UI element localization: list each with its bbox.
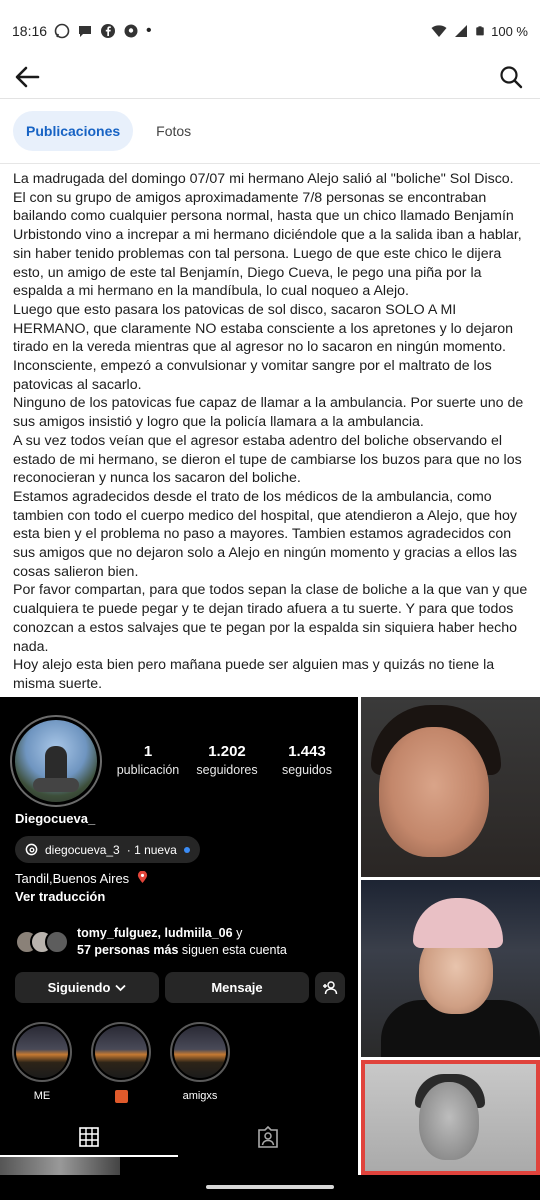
battery-icon <box>476 26 484 36</box>
highlight-label: amigxs <box>182 1090 218 1102</box>
back-button[interactable] <box>10 62 44 92</box>
followed-by-tail: siguen esta cuenta <box>178 943 287 957</box>
profile-buttons: Siguiendo Mensaje <box>15 972 345 1003</box>
photo-face <box>379 727 489 857</box>
tab-bar: Publicaciones Fotos <box>13 111 204 151</box>
fire-emoji-icon <box>114 1090 128 1103</box>
pin-icon <box>137 870 147 883</box>
app-bar <box>0 62 540 98</box>
post-paragraph: Luego que esto pasara los patovicas de s… <box>13 301 513 393</box>
photo-cap <box>413 898 503 948</box>
chevron-down-icon <box>115 984 127 991</box>
chat-icon <box>79 26 92 37</box>
profile-username: Diegocueva_ <box>15 811 96 826</box>
highlight-item <box>91 1022 151 1106</box>
tabs-divider <box>0 163 540 164</box>
followed-by-conj: y <box>232 926 243 940</box>
stat-posts-count: 1 <box>143 743 153 760</box>
post-paragraph: Hoy alejo esta bien pero mañana puede se… <box>13 657 495 692</box>
photo-3[interactable] <box>361 1060 540 1175</box>
see-translation-link: Ver traducción <box>15 889 106 904</box>
tagged-tab <box>253 1125 283 1149</box>
threads-badge: diegocueva_3 · 1 nueva <box>15 836 200 863</box>
post-text: La madrugada del domingo 07/07 mi herman… <box>13 170 529 694</box>
followed-by: tomy_fulguez, ludmiila_06 y 57 personas … <box>15 925 287 959</box>
search-icon <box>500 66 523 89</box>
tab-publicaciones[interactable]: Publicaciones <box>13 111 134 151</box>
status-bar: 18:16 • 100 % <box>0 0 540 62</box>
post-paragraph: La madrugada del domingo 07/07 mi herman… <box>13 171 522 300</box>
wifi-icon <box>431 25 447 37</box>
highlight-label: ME <box>33 1090 51 1102</box>
profile-screenshot-image[interactable]: 1 publicación 1.202 seguidores 1.443 seg… <box>0 697 358 1175</box>
story-highlights: ME amigxs <box>12 1022 230 1106</box>
profile-content-tabs <box>0 1117 358 1157</box>
avatar-motorbike <box>33 778 79 792</box>
location-text: Tandil,Buenos Aires <box>15 871 130 886</box>
signal-icon <box>455 25 468 37</box>
post-paragraph: Estamos agradecidos desde el trato de lo… <box>13 488 518 580</box>
stat-followers: 1.202 seguidores <box>191 743 263 777</box>
tagged-person-icon <box>258 1126 278 1148</box>
highlight-item: amigxs <box>170 1022 230 1106</box>
search-button[interactable] <box>496 62 526 92</box>
location-icon <box>124 24 138 38</box>
grid-tab <box>74 1125 104 1149</box>
battery-percent: 100 % <box>491 23 528 39</box>
grid-icon <box>79 1127 99 1147</box>
avatar <box>45 930 69 954</box>
new-dot-icon <box>183 846 190 853</box>
profile-avatar-ring <box>10 715 102 807</box>
photo-frame <box>361 1060 540 1175</box>
stat-following-label: seguidos <box>281 763 333 777</box>
status-time: 18:16 <box>12 23 48 39</box>
stat-followers-label: seguidores <box>196 763 258 777</box>
tab-fotos[interactable]: Fotos <box>143 111 204 151</box>
add-user-icon <box>323 980 338 994</box>
threads-handle: diegocueva_3 <box>45 842 120 857</box>
highlight-label <box>91 1090 151 1106</box>
avatar <box>15 720 97 802</box>
add-user-button <box>315 972 345 1003</box>
post-paragraph: Por favor compartan, para que todos sepa… <box>13 582 528 655</box>
stat-following-count: 1.443 <box>288 743 326 760</box>
followed-by-text: tomy_fulguez, ludmiila_06 y 57 personas … <box>77 925 287 959</box>
facebook-icon <box>101 24 116 38</box>
photo-1[interactable] <box>361 697 540 877</box>
post-paragraph: A su vez todos veían que el agresor esta… <box>13 432 522 487</box>
stat-following: 1.443 seguidos <box>272 743 342 777</box>
profile-location: Tandil,Buenos Aires <box>15 870 148 886</box>
highlight-ring <box>91 1022 151 1082</box>
stat-posts: 1 publicación <box>113 743 183 777</box>
post-thumbnail <box>0 1157 120 1175</box>
gesture-handle[interactable] <box>206 1185 334 1189</box>
whatsapp-icon <box>54 23 70 39</box>
highlight-ring <box>12 1022 72 1082</box>
highlight-cover <box>16 1026 68 1078</box>
stat-posts-label: publicación <box>116 763 180 777</box>
stat-followers-count: 1.202 <box>208 743 246 760</box>
following-button: Siguiendo <box>15 972 159 1003</box>
highlight-cover <box>174 1026 226 1078</box>
highlight-cover <box>95 1026 147 1078</box>
threads-icon <box>25 843 38 856</box>
followed-by-more: 57 personas más <box>77 943 179 957</box>
dot-icon: • <box>146 22 152 39</box>
arrow-left-icon <box>15 66 40 88</box>
photo-2[interactable] <box>361 880 540 1057</box>
system-nav-bar <box>0 1175 540 1200</box>
post-paragraph: Ninguno de los patovicas fue capaz de ll… <box>13 395 524 431</box>
follower-avatars <box>15 930 69 954</box>
followed-by-names: tomy_fulguez, ludmiila_06 <box>77 926 233 940</box>
app-bar-divider <box>0 98 540 99</box>
message-button: Mensaje <box>165 972 309 1003</box>
highlight-item: ME <box>12 1022 72 1106</box>
threads-new: · 1 nueva <box>126 842 177 857</box>
following-label: Siguiendo <box>47 980 111 995</box>
highlight-ring <box>170 1022 230 1082</box>
